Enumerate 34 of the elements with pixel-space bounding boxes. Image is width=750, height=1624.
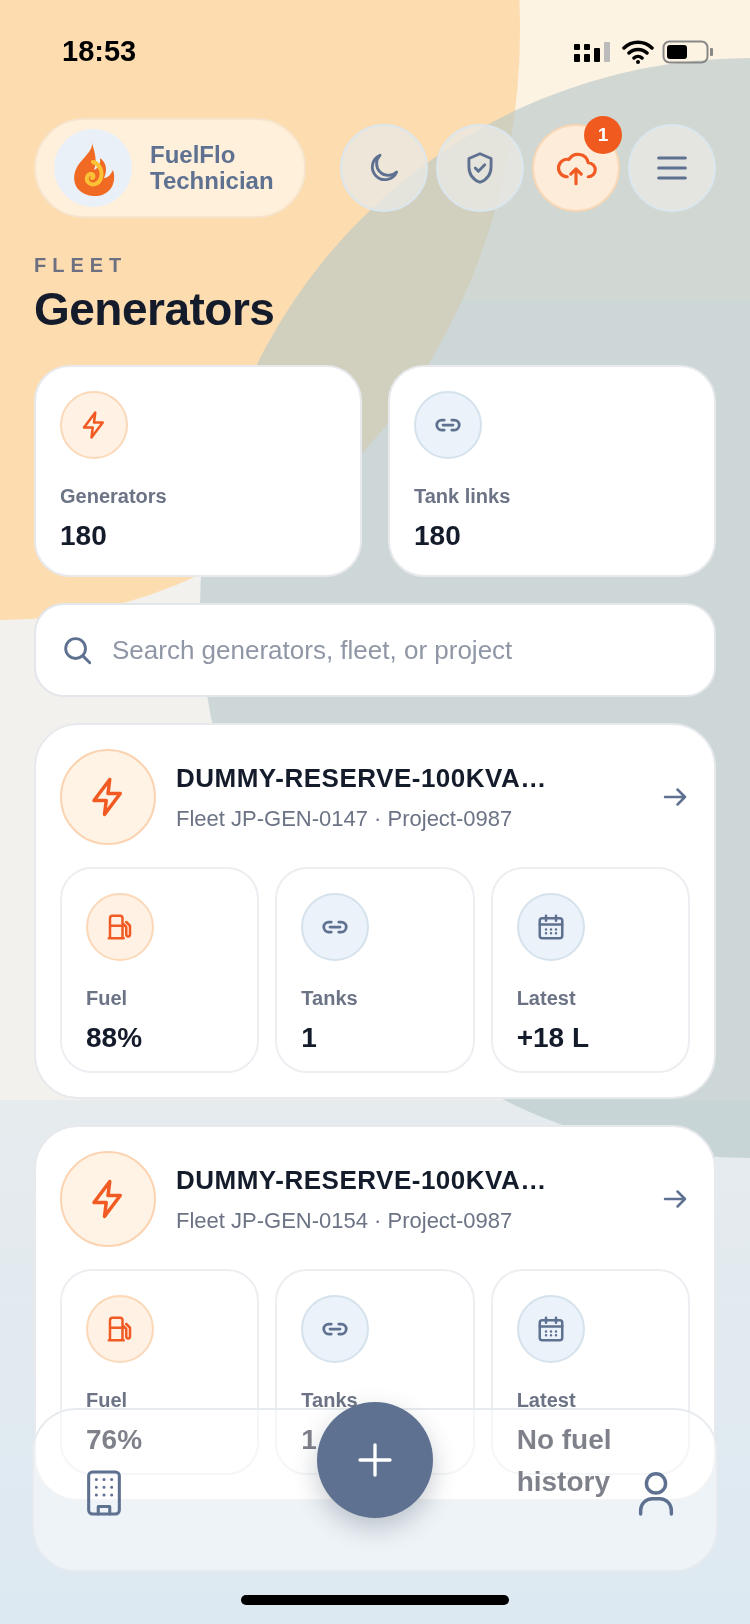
status-time: 18:53 — [62, 34, 137, 70]
building-icon[interactable] — [84, 1470, 124, 1516]
stat-value: 76% — [86, 1423, 143, 1458]
generator-subtitle: Fleet JP-GEN-0147 · Project-0987 — [176, 805, 514, 834]
flame-logo-icon — [54, 129, 132, 207]
stat-label: Fuel — [86, 1388, 129, 1414]
page-title: Generators — [34, 282, 276, 337]
app-name: FuelFlo — [150, 141, 237, 168]
summary-label: Generators — [60, 484, 168, 510]
stat-value: 88% — [86, 1021, 143, 1056]
user-role: Technician — [150, 168, 274, 195]
battery-icon — [662, 39, 714, 65]
profile-chip[interactable]: FuelFlo Technician — [34, 118, 306, 218]
generator-card[interactable]: DUMMY-RESERVE-100KVA… Fleet JP-GEN-0154 · Project-0987 Fuel 76% Tanks 1 Latest No fuel history — [34, 1125, 716, 1502]
stat-label: Fuel — [86, 986, 129, 1012]
wifi-icon — [622, 39, 654, 65]
stat-label: Tanks — [301, 1388, 359, 1414]
section-label: FLEET — [34, 253, 129, 278]
search-field[interactable]: Search generators, fleet, or project — [34, 603, 716, 698]
generator-name: DUMMY-RESERVE-100KVA… — [176, 1164, 548, 1198]
stat-label: Tanks — [301, 986, 359, 1012]
stat-value: No fuel history — [516, 1423, 613, 1500]
stat-label: Latest — [516, 986, 577, 1012]
stat-value: +18 L — [516, 1021, 590, 1056]
generator-name: DUMMY-RESERVE-100KVA… — [176, 762, 548, 796]
generator-subtitle: Fleet JP-GEN-0154 · Project-0987 — [176, 1207, 514, 1236]
summary-value: 180 — [60, 519, 108, 554]
summary-value: 180 — [414, 519, 462, 554]
person-icon[interactable] — [636, 1470, 676, 1516]
stat-value: 1 — [301, 1021, 317, 1056]
generator-card[interactable]: DUMMY-RESERVE-100KVA… Fleet JP-GEN-0147 · Project-0987 Fuel 88% Tanks 1 Latest +18 L — [34, 723, 716, 1100]
stat-value: 1 — [301, 1423, 317, 1458]
stat-label: Latest — [516, 1388, 577, 1414]
summary-label: Tank links — [414, 484, 512, 510]
